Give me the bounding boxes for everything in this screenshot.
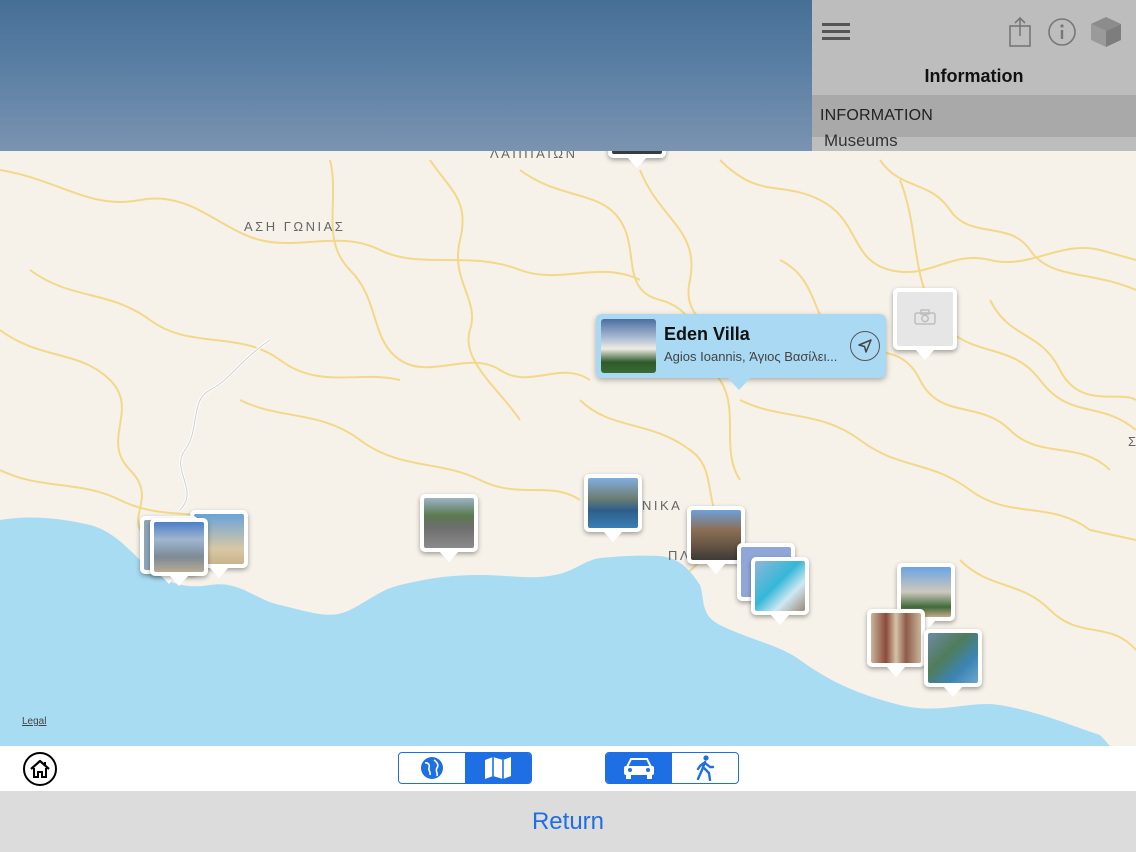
photo-pin[interactable] bbox=[924, 629, 982, 697]
place-label: ΝΙΚΑ bbox=[642, 498, 683, 513]
photo-pin[interactable] bbox=[420, 494, 478, 562]
walk-icon[interactable] bbox=[672, 753, 738, 783]
globe-icon[interactable] bbox=[399, 753, 465, 783]
navigation-arrow-icon[interactable] bbox=[850, 331, 880, 361]
header-photo bbox=[0, 0, 812, 151]
legal-link[interactable]: Legal bbox=[22, 716, 46, 727]
map-toolbar bbox=[0, 746, 1136, 791]
callout-subtitle: Agios Ioannis, Άγιος Βασίλει... bbox=[664, 349, 838, 364]
information-panel: Information INFORMATION Museums bbox=[812, 0, 1136, 151]
info-icon[interactable] bbox=[1044, 14, 1080, 50]
photo-pin[interactable] bbox=[751, 557, 809, 625]
place-label: ΑΣΗ ΓΩΝΙΑΣ bbox=[244, 219, 346, 234]
hamburger-icon[interactable] bbox=[818, 14, 854, 50]
panel-title: Information bbox=[924, 66, 1024, 86]
home-icon[interactable] bbox=[23, 752, 57, 786]
callout-title: Eden Villa bbox=[664, 324, 750, 344]
photo-pin[interactable] bbox=[584, 474, 642, 542]
return-button[interactable]: Return bbox=[0, 808, 1136, 836]
share-icon[interactable] bbox=[1002, 14, 1038, 50]
place-callout[interactable]: Eden Villa Agios Ioannis, Άγιος Βασίλει.… bbox=[596, 314, 886, 390]
camera-icon bbox=[914, 308, 936, 330]
car-icon[interactable] bbox=[606, 753, 672, 783]
photo-pin-placeholder[interactable] bbox=[893, 288, 957, 360]
map-icon[interactable] bbox=[465, 753, 531, 783]
section-header-label: INFORMATION bbox=[820, 107, 934, 124]
map-type-segmented-control bbox=[398, 752, 532, 784]
bottom-bar: Return bbox=[0, 791, 1136, 852]
cube-icon[interactable] bbox=[1088, 14, 1124, 50]
photo-pin[interactable] bbox=[867, 609, 925, 677]
transport-segmented-control bbox=[605, 752, 739, 784]
callout-thumbnail bbox=[601, 319, 656, 373]
place-label: Σ bbox=[1128, 434, 1136, 449]
list-item-museums[interactable]: Museums bbox=[824, 131, 898, 151]
photo-pin[interactable] bbox=[150, 518, 208, 586]
